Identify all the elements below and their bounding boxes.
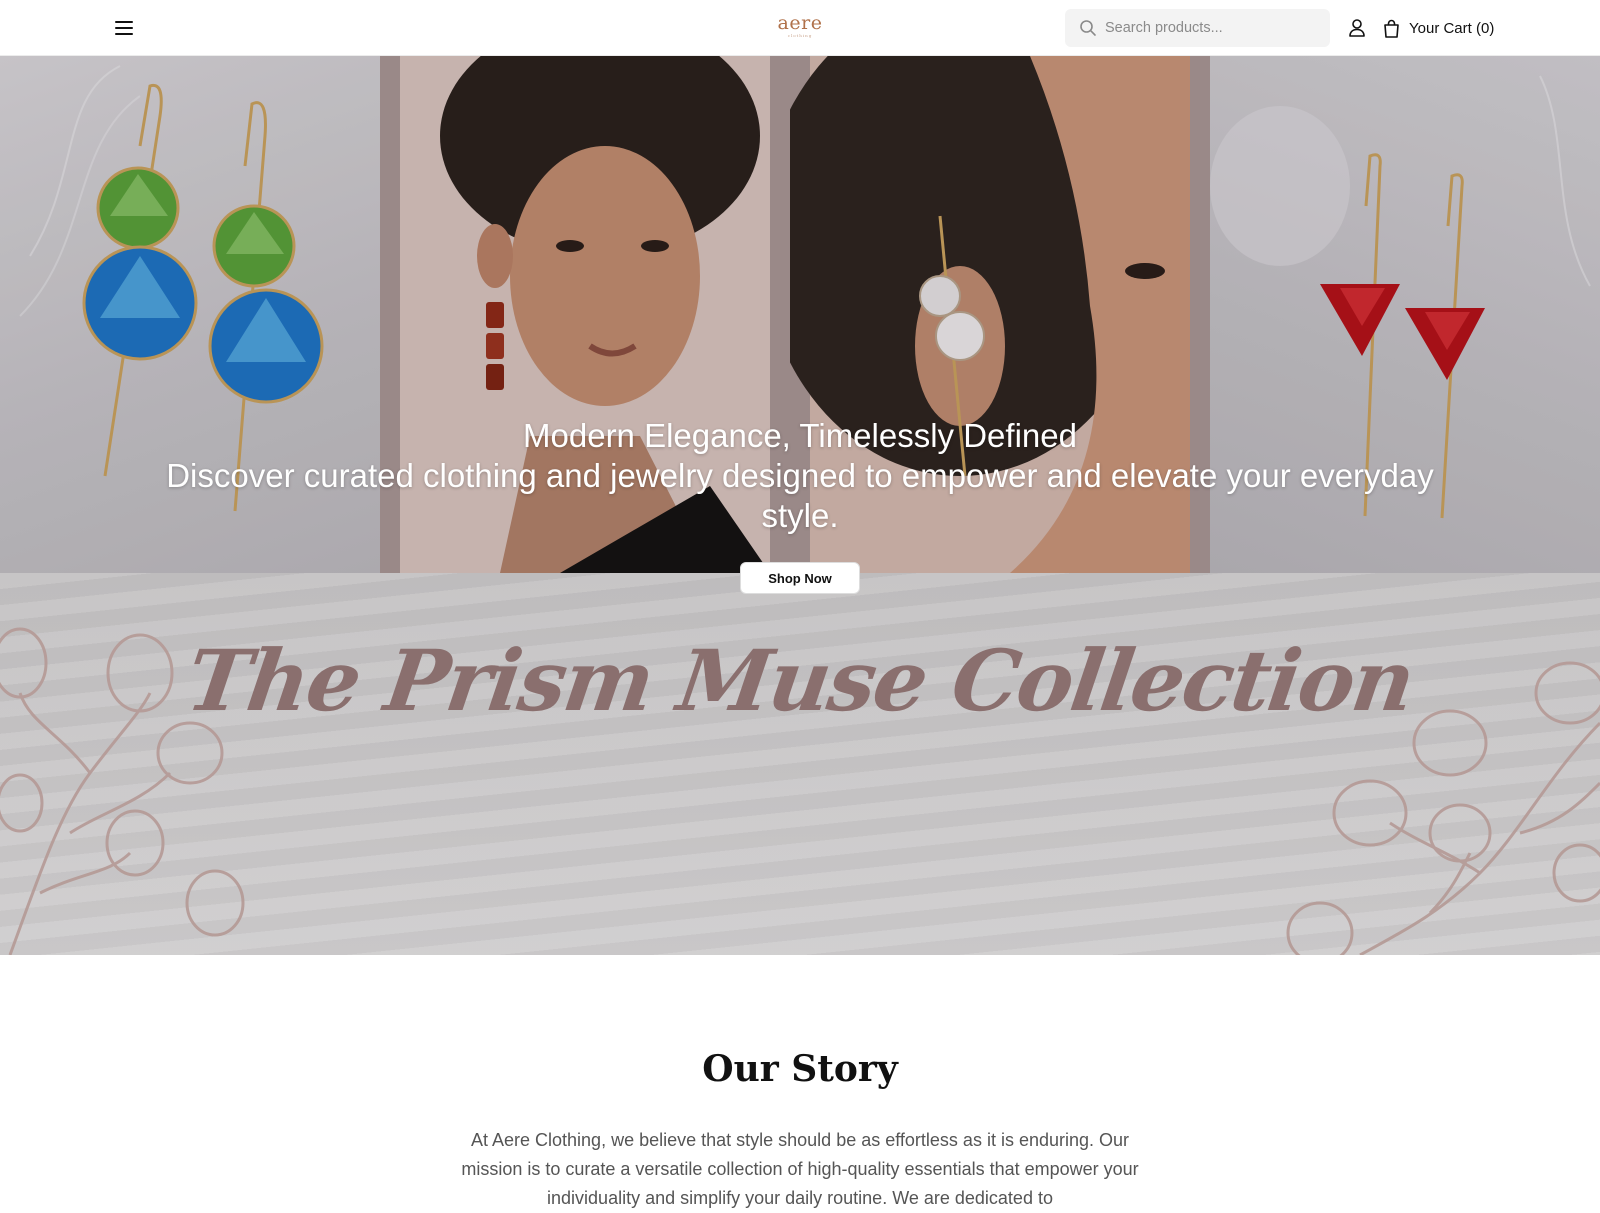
search-icon	[1079, 19, 1097, 37]
cart-button[interactable]: Your Cart (0)	[1383, 15, 1494, 41]
collection-title: The Prism Muse Collection	[180, 631, 1420, 730]
shop-now-button[interactable]: Shop Now	[740, 562, 860, 594]
menu-icon	[115, 21, 133, 35]
search-input[interactable]	[1105, 20, 1315, 36]
logo-wordmark: aere	[777, 12, 823, 34]
menu-button[interactable]	[112, 16, 136, 40]
site-header: aere clothing Your Cart (0)	[0, 0, 1600, 56]
cart-label: Your Cart (0)	[1409, 19, 1495, 37]
story-title: Our Story	[702, 1048, 898, 1090]
shopping-bag-icon	[1384, 19, 1399, 38]
hero-title: Modern Elegance, Timelessly Defined	[523, 417, 1077, 454]
user-icon	[1349, 19, 1365, 37]
brand-logo[interactable]: aere clothing	[740, 12, 860, 44]
hero-banner: Modern Elegance, Timelessly Defined Disc…	[0, 56, 1600, 955]
logo-subtext: clothing	[787, 32, 813, 38]
account-button[interactable]	[1346, 17, 1368, 39]
hero-subtitle: Discover curated clothing and jewelry de…	[166, 457, 1434, 534]
search-bar	[1065, 9, 1330, 47]
